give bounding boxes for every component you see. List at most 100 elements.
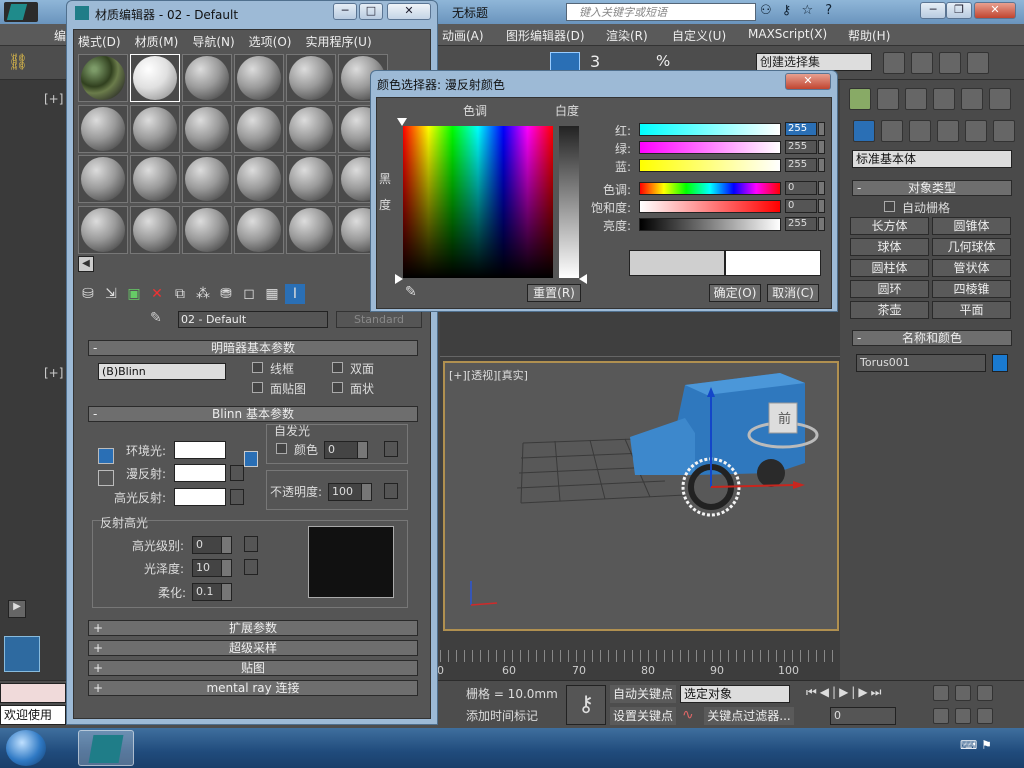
auto-key-button[interactable]: 自动关键点 bbox=[610, 685, 676, 703]
value-spinner-arrows[interactable] bbox=[818, 217, 825, 231]
rollout-blinn-basic[interactable]: - Blinn 基本参数 bbox=[88, 406, 418, 422]
sample-slot[interactable] bbox=[78, 155, 128, 203]
render-setup-icon[interactable] bbox=[967, 52, 989, 74]
diffuse-swatch[interactable] bbox=[174, 464, 226, 482]
material-name-field[interactable]: 02 - Default bbox=[178, 311, 328, 328]
lock-color-button[interactable] bbox=[98, 448, 114, 464]
set-key-big-button[interactable]: ⚷ bbox=[566, 685, 606, 725]
key-selection-dropdown[interactable]: 选定对象 bbox=[680, 685, 790, 703]
two-sided-checkbox[interactable] bbox=[332, 362, 343, 373]
show-map-icon[interactable]: ▦ bbox=[262, 284, 282, 304]
specular-map-button[interactable] bbox=[230, 489, 244, 505]
assign-material-icon[interactable]: ▣ bbox=[124, 284, 144, 304]
sample-slot[interactable] bbox=[234, 205, 284, 254]
mat-maximize-button[interactable]: □ bbox=[359, 3, 383, 20]
sample-slot[interactable] bbox=[286, 205, 336, 254]
hue-blackness-field[interactable] bbox=[403, 126, 553, 278]
plane-button[interactable]: 平面 bbox=[932, 301, 1011, 319]
star-icon[interactable]: ☆ bbox=[801, 3, 813, 18]
shader-dropdown[interactable]: (B)Blinn bbox=[98, 363, 226, 380]
keyboard-icon[interactable]: ⌨ bbox=[960, 738, 977, 752]
self-illum-spinner[interactable]: 0 bbox=[324, 441, 368, 459]
geometry-icon[interactable] bbox=[853, 120, 875, 142]
sample-slot[interactable] bbox=[130, 205, 180, 254]
menu-rendering[interactable]: 渲染(R) bbox=[606, 27, 648, 44]
show-end-result-icon[interactable]: Ⅰ bbox=[285, 284, 305, 304]
sample-slot[interactable] bbox=[78, 54, 128, 102]
spec-level-map-button[interactable] bbox=[244, 536, 258, 552]
object-name-field[interactable]: Torus001 bbox=[856, 354, 986, 372]
play-arrow-button[interactable]: ▶ bbox=[8, 600, 26, 618]
cp-close-button[interactable]: ✕ bbox=[785, 73, 831, 90]
hue-spinner-arrows[interactable] bbox=[818, 181, 825, 195]
opacity-spinner[interactable]: 100 bbox=[328, 483, 372, 501]
sample-slot[interactable] bbox=[130, 155, 180, 203]
menu-animation[interactable]: 动画(A) bbox=[442, 27, 484, 44]
rollout-supersampling[interactable]: + 超级采样 bbox=[88, 640, 418, 656]
playback-controls[interactable]: ⏮◀|▶|▶⏭ bbox=[806, 685, 924, 703]
lights-icon[interactable] bbox=[909, 120, 931, 142]
link-icon[interactable]: ⛓ bbox=[8, 52, 34, 74]
welcome-field[interactable]: 欢迎使用M bbox=[0, 705, 66, 740]
blackness-pointer-icon[interactable] bbox=[395, 274, 403, 284]
value-slider[interactable] bbox=[639, 218, 781, 231]
sample-slot[interactable] bbox=[182, 205, 232, 254]
view-cube-face[interactable]: 前 bbox=[778, 411, 791, 427]
menu-graph-editors[interactable]: 图形编辑器(D) bbox=[506, 27, 585, 44]
delete-icon[interactable]: ✕ bbox=[147, 284, 167, 304]
rollout-mentalray[interactable]: + mental ray 连接 bbox=[88, 680, 418, 696]
sample-slot[interactable] bbox=[130, 104, 180, 153]
max-restore-button[interactable]: ❐ bbox=[946, 2, 972, 19]
mat-menu-material[interactable]: 材质(M) bbox=[135, 33, 179, 50]
menu-maxscript[interactable]: MAXScript(X) bbox=[748, 27, 827, 41]
reset-button[interactable]: 重置(R) bbox=[527, 284, 581, 302]
search-input[interactable]: 键入关键字或短语 bbox=[567, 6, 667, 19]
get-material-icon[interactable]: ⛁ bbox=[78, 284, 98, 304]
utilities-tab-icon[interactable] bbox=[989, 88, 1011, 110]
put-to-library-icon[interactable]: ⛃ bbox=[216, 284, 236, 304]
box-button[interactable]: 长方体 bbox=[850, 217, 929, 235]
hue-pointer-icon[interactable] bbox=[397, 118, 407, 126]
viewport-nav-controls[interactable] bbox=[930, 685, 1020, 725]
torus-button[interactable]: 圆环 bbox=[850, 280, 929, 298]
snap-3-icon[interactable]: 3 bbox=[590, 52, 600, 71]
viewport-layout-button[interactable] bbox=[4, 636, 40, 672]
face-map-checkbox[interactable] bbox=[252, 382, 263, 393]
create-tab-icon[interactable] bbox=[849, 88, 871, 110]
copy-material-icon[interactable]: ⧉ bbox=[170, 284, 190, 304]
viewport-left-label[interactable]: [+] bbox=[44, 366, 63, 380]
mat-minimize-button[interactable]: ─ bbox=[333, 3, 357, 20]
material-type-button[interactable]: Standard bbox=[336, 311, 422, 328]
geosphere-button[interactable]: 几何球体 bbox=[932, 238, 1011, 256]
menu-edit[interactable]: 编 bbox=[54, 27, 66, 44]
mat-menu-navigation[interactable]: 导航(N) bbox=[192, 33, 234, 50]
mat-menu-options[interactable]: 选项(O) bbox=[249, 33, 292, 50]
max-app-menu-button[interactable] bbox=[4, 2, 38, 22]
menu-customize[interactable]: 自定义(U) bbox=[672, 27, 726, 44]
sample-slot[interactable] bbox=[234, 54, 284, 102]
rollout-shader-basic[interactable]: - 明暗器基本参数 bbox=[88, 340, 418, 356]
viewport-top-label[interactable]: [+] bbox=[44, 92, 63, 106]
eyedropper-icon[interactable]: ✎ bbox=[150, 310, 162, 326]
tube-button[interactable]: 管状体 bbox=[932, 259, 1011, 277]
curve-icon[interactable]: ∿ bbox=[682, 707, 700, 725]
self-illum-map-button[interactable] bbox=[384, 441, 398, 457]
taskbar-max-app[interactable] bbox=[78, 730, 134, 766]
red-slider[interactable] bbox=[639, 123, 781, 136]
material-id-icon[interactable]: ◻ bbox=[239, 284, 259, 304]
red-value[interactable]: 255 bbox=[785, 122, 817, 136]
soften-spinner[interactable]: 0.1 bbox=[192, 583, 232, 601]
spacewarps-icon[interactable] bbox=[993, 120, 1015, 142]
binoculars-icon[interactable]: ⚇ bbox=[760, 3, 772, 18]
rollout-extended[interactable]: + 扩展参数 bbox=[88, 620, 418, 636]
cylinder-button[interactable]: 圆柱体 bbox=[850, 259, 929, 277]
blue-value[interactable]: 255 bbox=[785, 158, 817, 172]
motion-tab-icon[interactable] bbox=[933, 88, 955, 110]
mat-menu-mode[interactable]: 模式(D) bbox=[78, 33, 121, 50]
sample-slot[interactable] bbox=[182, 155, 232, 203]
sample-slot[interactable] bbox=[234, 104, 284, 153]
put-to-scene-icon[interactable]: ⇲ bbox=[101, 284, 121, 304]
ambient-swatch[interactable] bbox=[174, 441, 226, 459]
saturation-spinner-arrows[interactable] bbox=[818, 199, 825, 213]
self-illum-color-checkbox[interactable] bbox=[276, 443, 287, 454]
